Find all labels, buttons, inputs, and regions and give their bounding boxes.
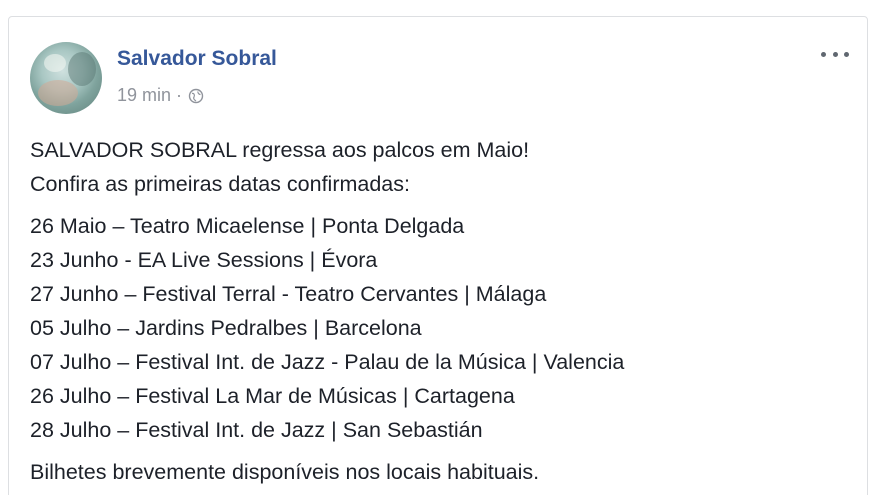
post-body: SALVADOR SOBRAL regressa aos palcos em M…	[30, 133, 624, 495]
date-item: 05 Julho – Jardins Pedralbes | Barcelona	[30, 316, 422, 340]
footer-paragraph: Bilhetes brevemente disponíveis nos loca…	[30, 455, 624, 489]
more-options-icon[interactable]	[821, 47, 849, 61]
avatar[interactable]	[30, 42, 102, 114]
avatar-shape	[44, 54, 66, 72]
post-timestamp[interactable]: 19 min	[117, 85, 171, 106]
date-item: 27 Junho – Festival Terral - Teatro Cerv…	[30, 282, 547, 306]
author-name[interactable]: Salvador Sobral	[117, 47, 277, 71]
page: Salvador Sobral 19 min · SALVADOR SOBRAL…	[0, 0, 880, 495]
dates-list: 26 Maio – Teatro Micaelense | Ponta Delg…	[30, 209, 624, 447]
avatar-shape	[38, 80, 78, 106]
avatar-shape	[68, 52, 96, 86]
globe-icon[interactable]	[188, 88, 204, 104]
date-item: 28 Julho – Festival Int. de Jazz | San S…	[30, 418, 483, 442]
more-dot	[844, 51, 849, 57]
post-text-line: SALVADOR SOBRAL regressa aos palcos em M…	[30, 138, 530, 162]
meta-separator: ·	[176, 85, 183, 105]
post-card: Salvador Sobral 19 min · SALVADOR SOBRAL…	[8, 16, 868, 495]
date-item: 23 Junho - EA Live Sessions | Évora	[30, 248, 378, 272]
intro-paragraph: SALVADOR SOBRAL regressa aos palcos em M…	[30, 133, 624, 201]
more-dot	[832, 51, 838, 57]
post-meta: 19 min ·	[117, 85, 204, 106]
date-item: 26 Maio – Teatro Micaelense | Ponta Delg…	[30, 214, 465, 238]
post-text-line: Confira as primeiras datas confirmadas:	[30, 172, 410, 196]
post-text-line: Bilhetes brevemente disponíveis nos loca…	[30, 460, 540, 484]
more-dot	[821, 51, 826, 57]
date-item: 07 Julho – Festival Int. de Jazz - Palau…	[30, 350, 625, 374]
date-item: 26 Julho – Festival La Mar de Músicas | …	[30, 384, 515, 408]
